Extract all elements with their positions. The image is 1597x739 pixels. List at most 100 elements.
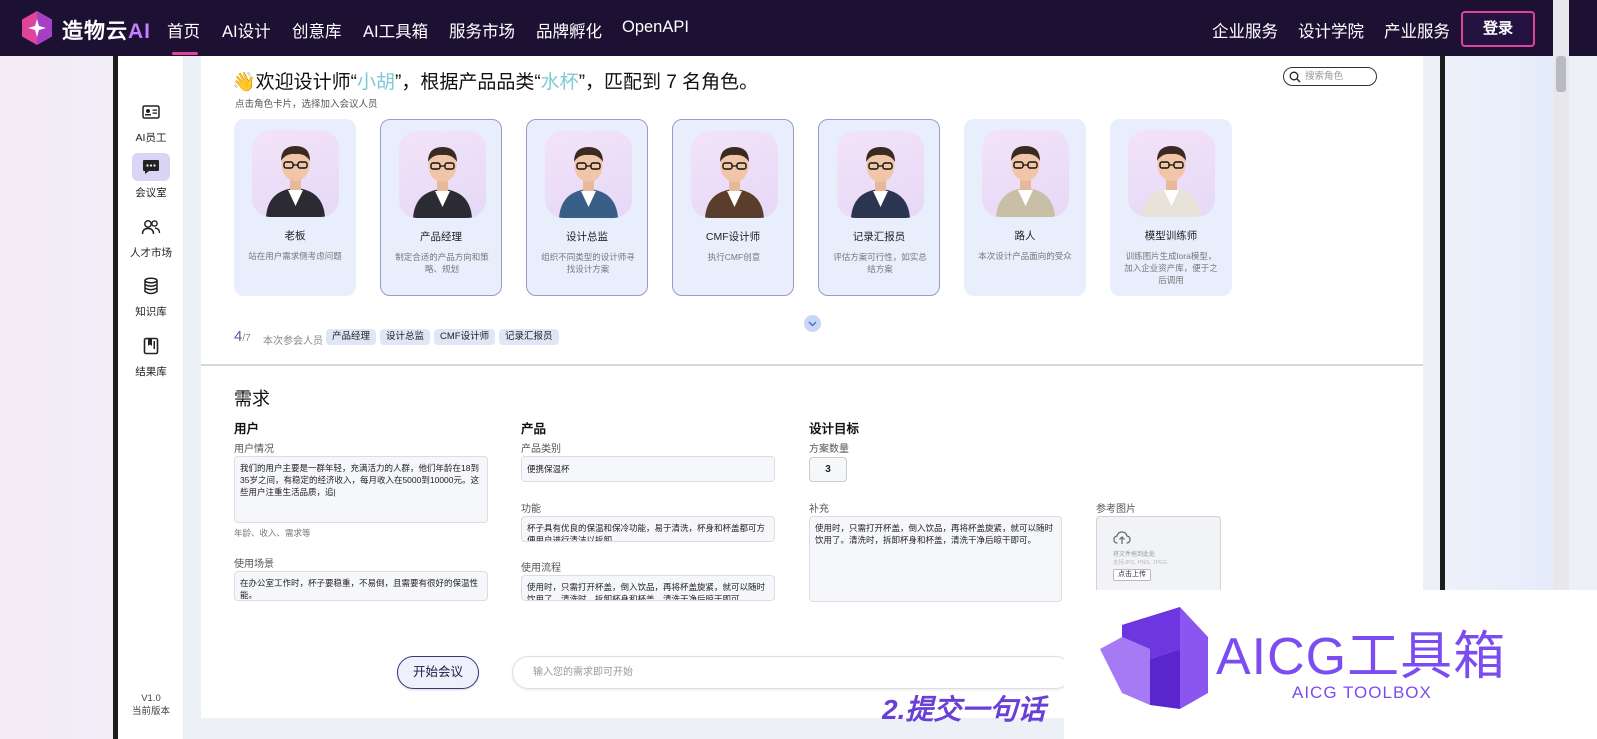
upload-button[interactable]: 点击上传 [1113,569,1151,581]
role-card[interactable]: 模型训练师训练图片生成lora模型，加入企业资产库，便于之后调用 [1110,119,1232,296]
nav-active-indicator [172,52,198,55]
role-avatar [1128,130,1215,217]
brand-name[interactable]: 造物云AI [62,15,151,45]
product-category-input[interactable]: 便携保温杯 [521,456,775,482]
product-category-label: 产品类别 [521,444,561,455]
role-name: 设计总监 [566,231,608,243]
sidebar-item-label: 人才市场 [130,247,172,259]
reference-image-label: 参考图片 [1096,504,1136,515]
product-category: 水杯 [540,72,579,93]
design-goal-title: 设计目标 [809,422,860,436]
role-search-input[interactable]: 搜索角色 [1283,67,1377,86]
role-description: 评估方案可行性，如实总结方案 [833,252,927,274]
role-name: CMF设计师 [705,231,761,243]
role-card[interactable]: 记录汇报员评估方案可行性，如实总结方案 [818,119,940,296]
bookmark-icon [132,332,170,360]
participant-chip[interactable]: 设计总监 [380,329,431,345]
role-name: 模型训练师 [1144,230,1198,242]
version-number: V1.0 [141,693,161,704]
upload-drop-hint: 将文件拖到此处 [1113,552,1156,558]
user-situation-label: 用户情况 [234,444,274,455]
version-info: V1.0 当前版本 [118,692,184,718]
supplement-label: 补充 [809,504,829,515]
function-label: 功能 [521,504,541,515]
role-avatar [399,131,486,218]
supplement-textarea[interactable]: 使用时，只需打开杯盖，倒入饮品，再将杯盖旋紧，就可以随时饮用了。清洗时，拆卸杯身… [809,516,1062,602]
sidebar-item-knowledge-base[interactable]: 知识库 [118,272,184,319]
cloud-upload-icon [1113,531,1131,544]
sidebar-item-label: 知识库 [135,306,167,318]
function-textarea[interactable]: 杯子具有优良的保温和保冷功能，易于清洗，杯身和杯盖都可方便用户进行清洁以拆卸。 [521,516,775,542]
nav-openapi[interactable]: OpenAPI [622,18,689,37]
brand-logo-icon[interactable] [20,10,54,46]
role-card[interactable]: 产品经理制定合适的产品方向和策略、规划 [380,119,502,296]
role-card[interactable]: 老板 站在用户需求侧考虑问题 [234,119,356,296]
usage-flow-label: 使用流程 [521,563,561,574]
sidebar-item-meeting-room[interactable]: 会议室 [118,153,184,200]
usage-scene-textarea[interactable]: 在办公室工作时，杯子要稳重，不易倒，且需要有很好的保温性能。 [234,571,488,601]
sidebar-item-ai-staff[interactable]: AI员工 [118,98,184,145]
participant-chip[interactable]: 记录汇报员 [499,329,559,345]
database-icon [132,272,170,300]
sidebar-item-label: AI员工 [135,132,167,144]
role-description: 本次设计产品面向的受众 [978,251,1072,261]
role-name: 老板 [284,230,306,242]
nav-academy[interactable]: 设计学院 [1298,18,1364,42]
start-meeting-button[interactable]: 开始会议 [397,656,479,689]
participant-chip[interactable]: CMF设计师 [434,329,496,345]
user-situation-textarea[interactable]: 我们的用户主要是一群年轻，充满活力的人群，他们年龄在18到35岁之间，有稳定的经… [234,456,488,523]
aicg-logo-icon [1100,607,1208,709]
sidebar-item-talent-market[interactable]: 人才市场 [118,213,184,260]
login-button[interactable]: 登录 [1461,11,1535,47]
watermark-subtitle: AICG TOOLBOX [1292,683,1432,702]
role-description: 训练图片生成lora模型，加入企业资产库，便于之后调用 [1124,251,1218,285]
quantity-input[interactable]: 3 [809,457,847,482]
nav-idea-library[interactable]: 创意库 [292,18,342,42]
nav-ai-design[interactable]: AI设计 [222,18,271,42]
requirements-title: 需求 [234,389,270,409]
section-divider [201,364,1423,366]
role-name: 记录汇报员 [852,231,906,243]
people-icon [132,213,170,241]
sidebar-item-results[interactable]: 结果库 [118,332,184,379]
role-avatar [837,131,924,218]
nav-service-market[interactable]: 服务市场 [449,18,515,42]
nav-enterprise[interactable]: 企业服务 [1212,18,1278,42]
watermark-title: AICG工具箱 [1216,628,1507,686]
nav-ai-toolbox[interactable]: AI工具箱 [363,18,428,42]
role-card[interactable]: CMF设计师 执行CMF创意 [672,119,794,296]
chat-bubble-icon [132,153,170,181]
sidebar-item-label: 结果库 [135,366,167,378]
role-description: 制定合适的产品方向和策略、规划 [395,252,489,274]
user-situation-hint: 年龄、收入、需求等 [234,528,311,538]
expand-roles-button[interactable] [804,315,821,332]
role-select-hint: 点击角色卡片，选择加入会议人员 [235,99,378,110]
scrollbar-thumb[interactable] [1556,56,1566,92]
role-avatar [252,130,339,217]
nav-home[interactable]: 首页 [167,18,200,42]
role-avatar [545,131,632,218]
nav-industry[interactable]: 产业服务 [1384,18,1450,42]
role-name: 产品经理 [420,231,462,243]
role-name: 路人 [1014,230,1036,242]
role-avatar [982,130,1069,217]
left-sidebar: AI员工 会议室 人才市场 知识库 结果库 V1.0 当前版本 [118,56,184,739]
role-description: 组织不同类型的设计师寻找设计方案 [541,252,635,274]
role-card[interactable]: 路人本次设计产品面向的受众 [964,119,1086,296]
page-background-right [1445,56,1553,590]
quantity-label: 方案数量 [809,444,849,455]
nav-brand-incubation[interactable]: 品牌孵化 [536,18,602,42]
role-card[interactable]: 设计总监组织不同类型的设计师寻找设计方案 [526,119,648,296]
requirement-chat-input[interactable]: 输入您的需求即可开始 [512,656,1072,689]
welcome-message: 👋欢迎设计师“小胡”，根据产品品类“水杯”，匹配到 7 名角色。 [232,72,759,93]
sidebar-item-label: 会议室 [135,187,167,199]
role-avatar [691,131,778,218]
chevron-down-icon [808,321,817,327]
participant-count: 4/7 [234,328,251,345]
participant-chip[interactable]: 产品经理 [326,329,377,345]
designer-name: 小胡 [357,72,396,93]
usage-flow-textarea[interactable]: 使用时，只需打开杯盖，倒入饮品，再将杯盖旋紧，就可以随时饮用了。清洗时，拆卸杯身… [521,575,775,601]
version-label: 当前版本 [131,706,170,717]
step-caption: 2.提交一句话 [882,694,1046,725]
id-card-icon [132,98,170,126]
